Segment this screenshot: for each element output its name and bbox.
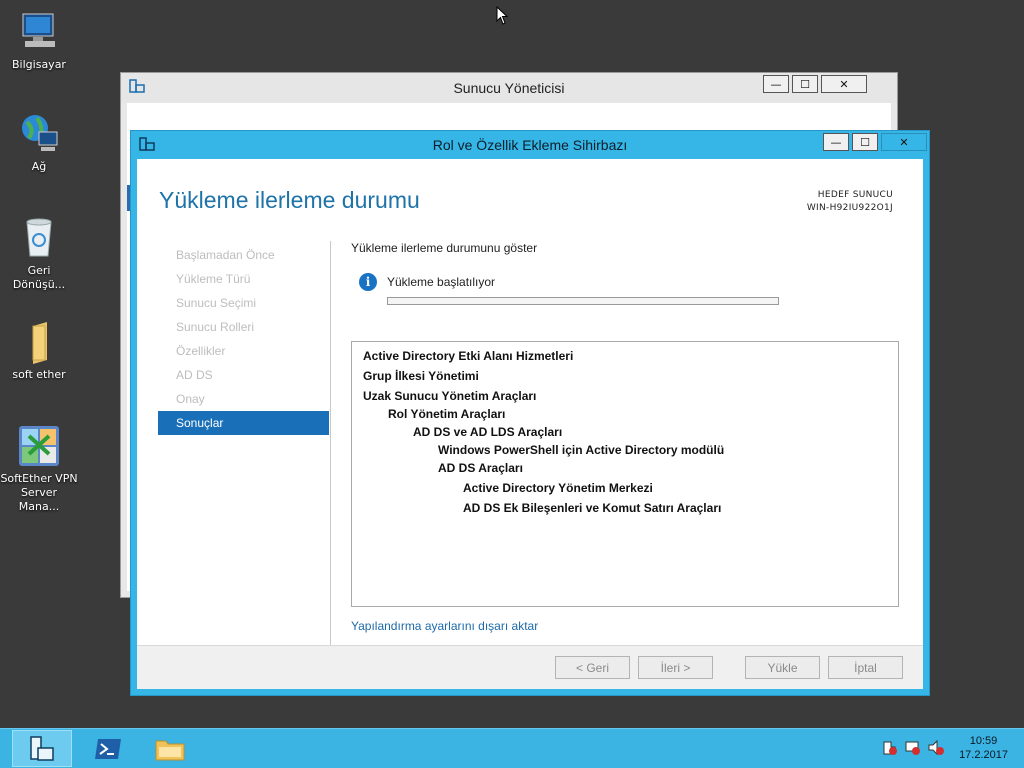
desktop-icon-label: soft ether: [12, 368, 66, 381]
close-button[interactable]: ✕: [821, 75, 867, 93]
cancel-button[interactable]: İptal: [828, 656, 903, 679]
feature-item: Grup İlkesi Yönetimi: [363, 369, 479, 383]
maximize-button[interactable]: ☐: [852, 133, 878, 151]
export-config-link[interactable]: Yapılandırma ayarlarını dışarı aktar: [351, 619, 538, 633]
clock-time: 10:59: [969, 735, 998, 747]
step-installation-type[interactable]: Yükleme Türü: [158, 267, 329, 291]
recycle-bin-icon: [26, 218, 52, 257]
progress-caption: Yükleme ilerleme durumunu göster: [351, 241, 538, 255]
network-icon: [22, 115, 58, 151]
feature-item: AD DS ve AD LDS Araçları: [413, 425, 563, 439]
close-button[interactable]: ✕: [881, 133, 927, 151]
step-ad-ds[interactable]: AD DS: [158, 363, 329, 387]
mouse-cursor-icon: [496, 6, 508, 25]
wizard-title: Rol ve Özellik Ekleme Sihirbazı: [432, 137, 628, 153]
desktop-icon-label: Geri Dönüşü...: [12, 264, 66, 291]
wizard-footer: < Geri İleri > Yükle İptal: [137, 645, 923, 689]
wizard-titlebar[interactable]: Rol ve Özellik Ekleme Sihirbazı — ☐ ✕: [131, 131, 929, 159]
taskbar: 10:59 17.2.2017: [0, 728, 1024, 768]
computer-icon: [22, 13, 55, 47]
add-roles-wizard-window: Rol ve Özellik Ekleme Sihirbazı — ☐ ✕ Yü…: [130, 130, 930, 696]
clock-date: 17.2.2017: [959, 749, 1008, 761]
desktop-icon-folder[interactable]: soft ether: [0, 320, 78, 382]
desktop-icon-network[interactable]: Ağ: [0, 112, 78, 174]
next-button[interactable]: İleri >: [638, 656, 713, 679]
feature-item: Windows PowerShell için Active Directory…: [438, 443, 725, 457]
step-confirmation[interactable]: Onay: [158, 387, 329, 411]
info-icon: i: [359, 273, 377, 291]
feature-item: Rol Yönetim Araçları: [388, 407, 506, 421]
install-button[interactable]: Yükle: [745, 656, 820, 679]
file-explorer-icon: [155, 740, 185, 760]
desktop-icon-softether[interactable]: SoftEther VPN Server Mana...: [0, 424, 78, 514]
target-server-name: WIN-H92IU922O1J: [806, 203, 893, 213]
feature-item: AD DS Ek Bileşenleri ve Komut Satırı Ara…: [463, 501, 722, 515]
server-manager-titlebar[interactable]: Sunucu Yöneticisi — ☐ ✕: [121, 73, 897, 103]
feature-item: Active Directory Etki Alanı Hizmetleri: [363, 349, 574, 363]
server-manager-icon: [30, 735, 54, 761]
softether-icon: [19, 426, 59, 466]
wizard-steps: Başlamadan Önce Yükleme Türü Sunucu Seçi…: [158, 243, 329, 435]
step-before-you-begin[interactable]: Başlamadan Önce: [158, 243, 329, 267]
wizard-main-panel: Yükleme ilerleme durumunu göster i Yükle…: [351, 241, 899, 633]
back-button[interactable]: < Geri: [555, 656, 630, 679]
desktop-icon-computer[interactable]: Bilgisayar: [0, 10, 78, 72]
taskbar-server-manager[interactable]: [12, 730, 72, 767]
minimize-button[interactable]: —: [763, 75, 789, 93]
target-server-label: HEDEF SUNUCU: [817, 190, 893, 200]
wizard-body: Yükleme ilerleme durumu HEDEF SUNUCU WIN…: [137, 159, 923, 689]
folder-icon: [32, 322, 47, 364]
feature-list: Active Directory Etki Alanı Hizmetleri G…: [351, 341, 899, 607]
page-title: Yükleme ilerleme durumu: [159, 187, 420, 213]
feature-item: Active Directory Yönetim Merkezi: [463, 481, 653, 495]
feature-item: AD DS Araçları: [438, 461, 523, 475]
taskbar-powershell[interactable]: [78, 730, 138, 767]
desktop-icon-recycle-bin[interactable]: Geri Dönüşü...: [0, 216, 78, 292]
desktop-icon-label: Bilgisayar: [12, 58, 66, 71]
wizard-controls: — ☐ ✕: [820, 133, 927, 151]
system-tray: [881, 739, 944, 756]
step-server-roles[interactable]: Sunucu Rolleri: [158, 315, 329, 339]
status-text: Yükleme başlatılıyor: [387, 275, 496, 289]
feature-item: Uzak Sunucu Yönetim Araçları: [363, 389, 537, 403]
desktop-icon-label: SoftEther VPN Server Mana...: [0, 472, 78, 513]
action-center-icon[interactable]: [881, 739, 898, 756]
server-manager-controls: — ☐ ✕: [760, 75, 867, 93]
step-server-selection[interactable]: Sunucu Seçimi: [158, 291, 329, 315]
minimize-button[interactable]: —: [823, 133, 849, 151]
taskbar-file-explorer[interactable]: [140, 730, 200, 767]
steps-divider: [330, 241, 331, 655]
desktop-icon-label: Ağ: [31, 160, 47, 173]
powershell-icon: [95, 738, 121, 759]
maximize-button[interactable]: ☐: [792, 75, 818, 93]
install-progress-bar: [387, 297, 779, 305]
step-features[interactable]: Özellikler: [158, 339, 329, 363]
step-results[interactable]: Sonuçlar: [158, 411, 329, 435]
status-row: i Yükleme başlatılıyor: [359, 273, 495, 291]
taskbar-clock[interactable]: 10:59 17.2.2017: [959, 734, 1008, 762]
volume-muted-icon[interactable]: [927, 739, 944, 756]
target-server-info: HEDEF SUNUCU WIN-H92IU922O1J: [807, 189, 893, 215]
network-status-icon[interactable]: [904, 739, 921, 756]
